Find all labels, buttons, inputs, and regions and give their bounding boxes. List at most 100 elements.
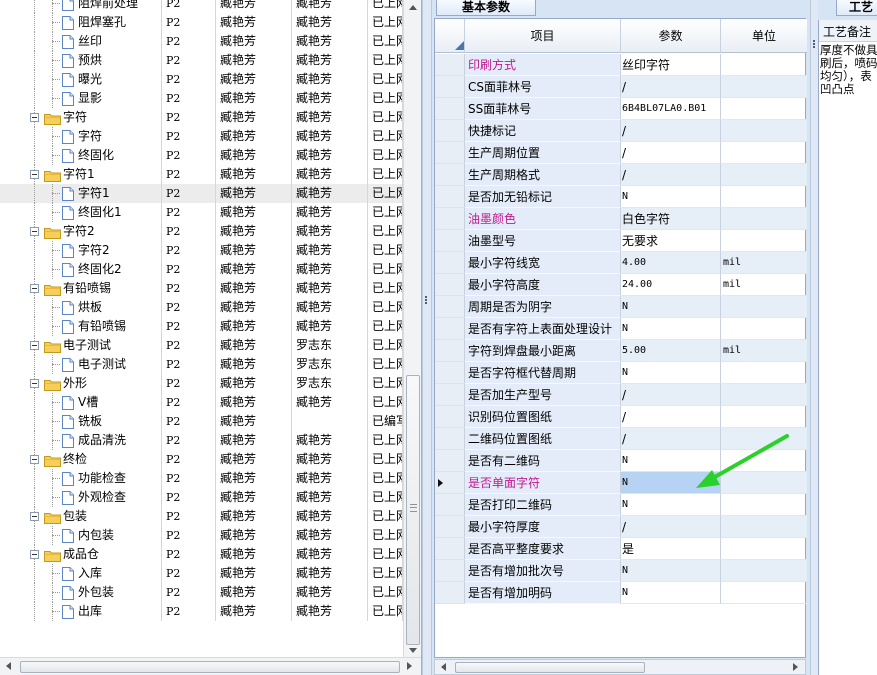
tree-node-cell[interactable]: 终检 <box>0 450 162 469</box>
param-row[interactable]: 是否高平整度要求是 <box>435 538 807 560</box>
param-row[interactable]: 油墨颜色 白色字符 <box>435 208 807 230</box>
tree-node-cell[interactable]: 字符1 <box>0 184 162 203</box>
param-row[interactable]: 是否加无铅标记 N <box>435 186 807 208</box>
tree-node-cell[interactable]: 入库 <box>0 564 162 583</box>
tree-node-cell[interactable]: 字符1 <box>0 165 162 184</box>
param-row[interactable]: 最小字符线宽 4.00 mil <box>435 252 807 274</box>
row-indicator[interactable] <box>435 538 465 560</box>
tab-basic-params[interactable]: 基本参数 <box>436 0 536 16</box>
tree-horizontal-scrollbar[interactable] <box>0 657 421 675</box>
tree-node-cell[interactable]: 包装 <box>0 507 162 526</box>
param-value-cell[interactable]: N <box>621 296 721 318</box>
collapse-icon[interactable] <box>30 455 39 464</box>
tree-node-cell[interactable]: 外观检查 <box>0 488 162 507</box>
tree-row[interactable]: 字符P2臧艳芳臧艳芳已上网 <box>0 127 403 146</box>
collapse-icon[interactable] <box>30 284 39 293</box>
row-indicator[interactable] <box>435 516 465 538</box>
param-value-cell[interactable]: N <box>621 560 721 582</box>
row-indicator[interactable] <box>435 98 465 120</box>
tree-node-cell[interactable]: 铣板 <box>0 412 162 431</box>
scroll-left-icon[interactable] <box>441 663 446 671</box>
tree-row[interactable]: 出库P2臧艳芳臧艳芳已上网 <box>0 602 403 621</box>
row-indicator[interactable] <box>435 208 465 230</box>
tree-row[interactable]: 外包装P2臧艳芳臧艳芳已上网 <box>0 583 403 602</box>
tree-node-cell[interactable]: 内包装 <box>0 526 162 545</box>
grid-corner[interactable] <box>435 19 465 53</box>
param-value-cell[interactable]: 是 <box>621 538 721 560</box>
tree-vertical-scroll-thumb[interactable] <box>406 375 420 645</box>
row-indicator[interactable] <box>435 296 465 318</box>
param-row[interactable]: 生产周期格式 / <box>435 164 807 186</box>
param-value-cell[interactable]: N <box>621 318 721 340</box>
param-value-cell[interactable]: 白色字符 <box>621 208 721 230</box>
row-indicator[interactable] <box>435 164 465 186</box>
row-indicator[interactable] <box>435 76 465 98</box>
tree-folder-row[interactable]: 成品仓P2臧艳芳臧艳芳已上网 <box>0 545 403 564</box>
param-value-cell[interactable]: N <box>621 362 721 384</box>
param-value-cell[interactable]: / <box>621 142 721 164</box>
tree-row[interactable]: 入库P2臧艳芳臧艳芳已上网 <box>0 564 403 583</box>
scroll-up-icon[interactable] <box>409 5 417 10</box>
collapse-icon[interactable] <box>30 170 39 179</box>
row-indicator[interactable] <box>435 54 465 76</box>
param-value-cell[interactable]: / <box>621 164 721 186</box>
tab-process[interactable]: 工艺 <box>836 0 877 16</box>
tree-row[interactable]: 显影P2臧艳芳臧艳芳已上网 <box>0 89 403 108</box>
tree-folder-row[interactable]: 有铅喷锡P2臧艳芳臧艳芳已上网 <box>0 279 403 298</box>
row-indicator[interactable] <box>435 120 465 142</box>
param-value-cell[interactable]: 5.00 <box>621 340 721 362</box>
scroll-down-icon[interactable] <box>409 648 417 653</box>
tree-node-cell[interactable]: 电子测试 <box>0 355 162 374</box>
row-indicator[interactable] <box>435 142 465 164</box>
tree-row[interactable]: V槽P2臧艳芳臧艳芳已上网 <box>0 393 403 412</box>
tree-row[interactable]: 烘板P2臧艳芳臧艳芳已上网 <box>0 298 403 317</box>
tree-node-cell[interactable]: 电子测试 <box>0 336 162 355</box>
tree-node-cell[interactable]: 终固化1 <box>0 203 162 222</box>
tree-node-cell[interactable]: 外包装 <box>0 583 162 602</box>
tree-node-cell[interactable]: 字符2 <box>0 222 162 241</box>
tree-row[interactable]: 丝印P2臧艳芳臧艳芳已上网 <box>0 32 403 51</box>
tree-row[interactable]: 曝光P2臧艳芳臧艳芳已上网 <box>0 70 403 89</box>
param-row[interactable]: 是否有增加明码 N <box>435 582 807 604</box>
collapse-icon[interactable] <box>30 512 39 521</box>
header-unit[interactable]: 单位 <box>721 19 807 53</box>
param-row[interactable]: 周期是否为阴字 N <box>435 296 807 318</box>
param-row[interactable]: 识别码位置图纸 / <box>435 406 807 428</box>
param-row[interactable]: 是否加生产型号 / <box>435 384 807 406</box>
tree-row[interactable]: 阻焊塞孔P2臧艳芳臧艳芳已上网 <box>0 13 403 32</box>
param-row[interactable]: 最小字符厚度 / <box>435 516 807 538</box>
splitter-grip-icon[interactable] <box>813 40 815 48</box>
tree-folder-row[interactable]: 字符1P2臧艳芳臧艳芳已上网 <box>0 165 403 184</box>
row-indicator[interactable] <box>435 406 465 428</box>
row-indicator[interactable] <box>435 582 465 604</box>
param-value-cell[interactable]: / <box>621 384 721 406</box>
param-row[interactable]: 字符到焊盘最小距离 5.00 mil <box>435 340 807 362</box>
param-value-cell[interactable]: 4.00 <box>621 252 721 274</box>
tree-node-cell[interactable]: 终固化2 <box>0 260 162 279</box>
tree-node-cell[interactable]: 丝印 <box>0 32 162 51</box>
row-indicator[interactable] <box>435 186 465 208</box>
param-row[interactable]: 是否有字符上表面处理设计 N <box>435 318 807 340</box>
param-row[interactable]: 快捷标记 / <box>435 120 807 142</box>
row-indicator[interactable] <box>435 230 465 252</box>
param-value-cell[interactable]: 6B4BL07LA0.B01 <box>621 98 721 120</box>
tree-node-cell[interactable]: 阻焊前处理 <box>0 0 162 13</box>
splitter-grip-icon[interactable] <box>425 296 427 304</box>
tree-node-cell[interactable]: 有铅喷锡 <box>0 317 162 336</box>
tree-node-cell[interactable]: 有铅喷锡 <box>0 279 162 298</box>
tree-horizontal-scroll-thumb[interactable] <box>20 661 400 673</box>
row-indicator[interactable] <box>435 318 465 340</box>
tree-node-cell[interactable]: V槽 <box>0 393 162 412</box>
collapse-icon[interactable] <box>30 550 39 559</box>
right-panel-splitter[interactable] <box>810 0 818 675</box>
param-value-cell[interactable]: 24.00 <box>621 274 721 296</box>
param-value-cell[interactable]: / <box>621 516 721 538</box>
tree-row[interactable]: 终固化1P2臧艳芳臧艳芳已上网 <box>0 203 403 222</box>
param-value-cell[interactable]: / <box>621 120 721 142</box>
tree-row[interactable]: 有铅喷锡P2臧艳芳臧艳芳已上网 <box>0 317 403 336</box>
tree-node-cell[interactable]: 出库 <box>0 602 162 621</box>
row-indicator[interactable] <box>435 450 465 472</box>
param-row[interactable]: 油墨型号 无要求 <box>435 230 807 252</box>
param-value-cell[interactable]: / <box>621 76 721 98</box>
scroll-right-icon[interactable] <box>793 663 798 671</box>
